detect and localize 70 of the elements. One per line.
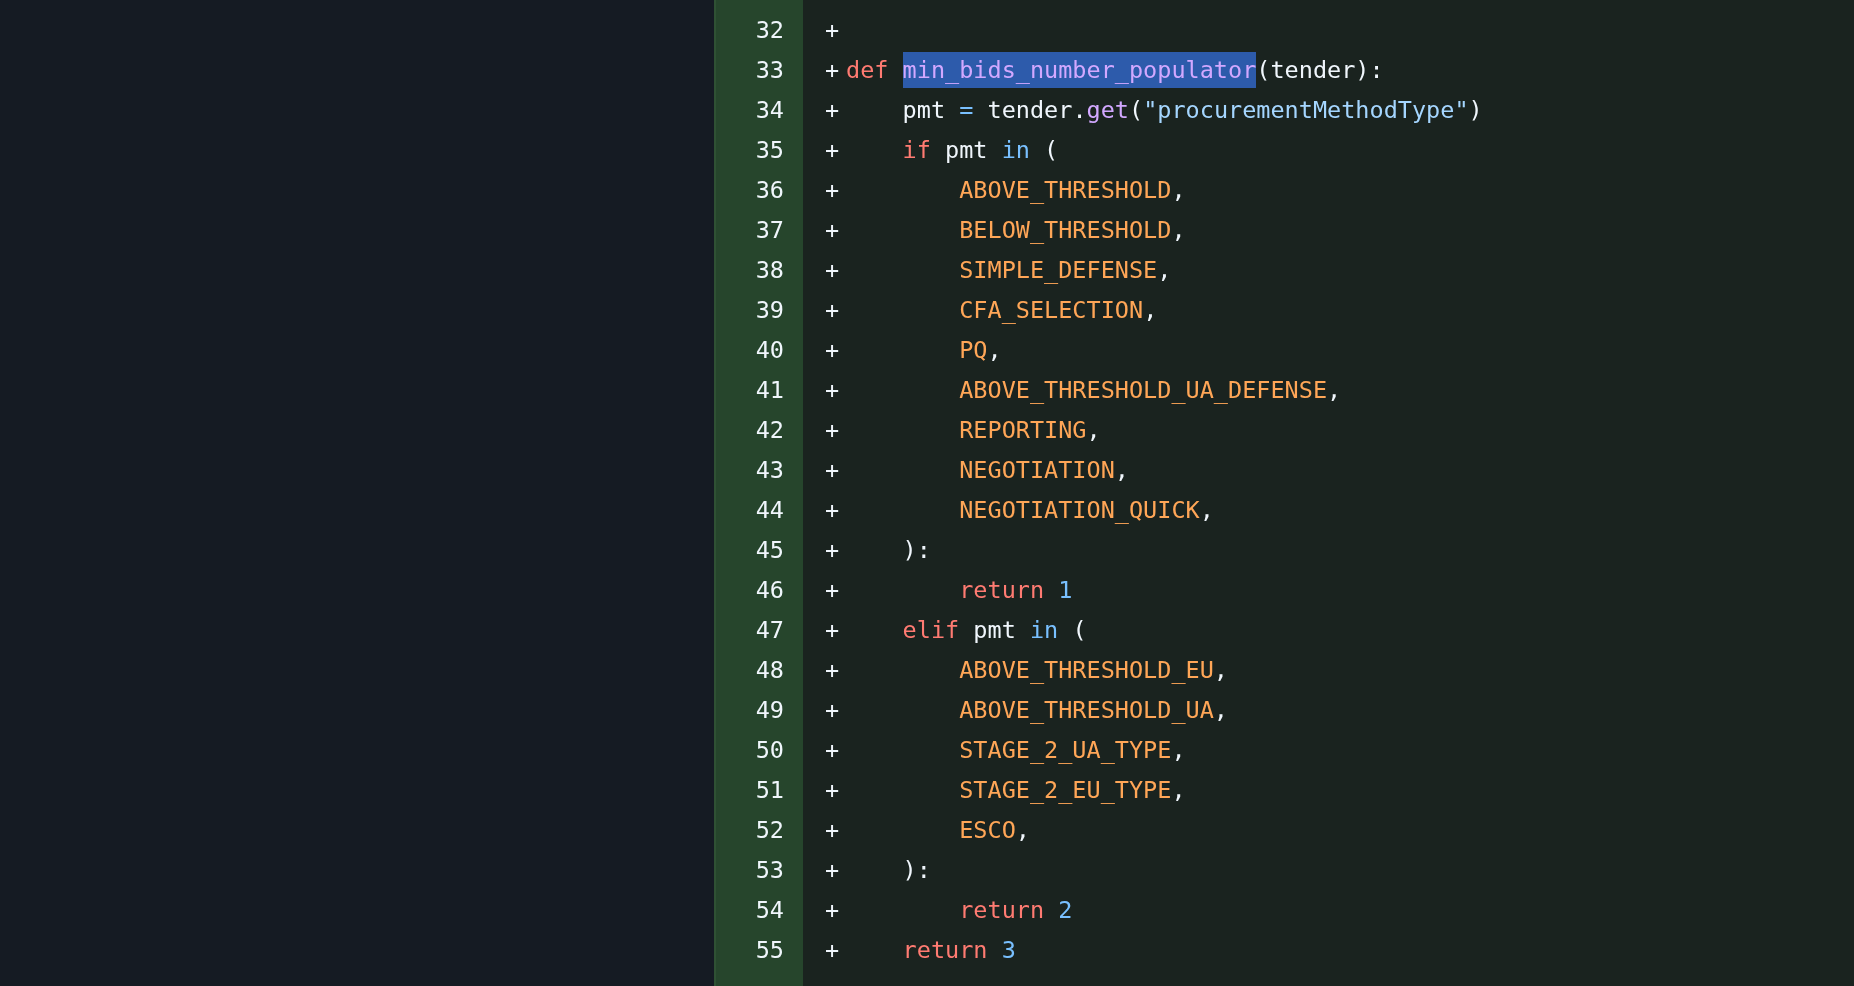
- code-line: ABOVE_THRESHOLD_UA_DEFENSE,: [958, 375, 1342, 406]
- line-number: 52: [754, 816, 784, 844]
- line-number: 40: [754, 336, 784, 364]
- line-number: 47: [754, 616, 784, 644]
- added-sign: +: [825, 656, 841, 684]
- code-line: ):: [901, 855, 931, 886]
- line-number: 48: [754, 656, 784, 684]
- code-line: ESCO,: [958, 815, 1030, 846]
- line-number: 53: [754, 856, 784, 884]
- added-sign: +: [825, 256, 841, 284]
- added-sign: +: [825, 896, 841, 924]
- line-number: 32: [754, 16, 784, 44]
- added-sign: +: [825, 536, 841, 564]
- added-sign: +: [825, 576, 841, 604]
- added-sign: +: [825, 176, 841, 204]
- line-number: 37: [754, 216, 784, 244]
- added-sign: +: [825, 16, 841, 44]
- line-number: 33: [754, 56, 784, 84]
- line-number: 46: [754, 576, 784, 604]
- added-sign: +: [825, 296, 841, 324]
- added-sign: +: [825, 696, 841, 724]
- line-number: 42: [754, 416, 784, 444]
- line-number: 49: [754, 696, 784, 724]
- code-line: elif pmt in (: [901, 615, 1087, 646]
- line-number: 45: [754, 536, 784, 564]
- code-line: if pmt in (: [901, 135, 1059, 166]
- added-sign: +: [825, 376, 841, 404]
- code-line: return 2: [958, 895, 1073, 926]
- code-line: SIMPLE_DEFENSE,: [958, 255, 1172, 286]
- added-sign: +: [825, 816, 841, 844]
- added-sign: +: [825, 56, 841, 84]
- code-line: PQ,: [958, 335, 1002, 366]
- added-sign: +: [825, 216, 841, 244]
- added-sign: +: [825, 856, 841, 884]
- added-sign: +: [825, 936, 841, 964]
- line-number: 55: [754, 936, 784, 964]
- added-sign: +: [825, 616, 841, 644]
- code-line: NEGOTIATION,: [958, 455, 1129, 486]
- code-line: ABOVE_THRESHOLD_EU,: [958, 655, 1228, 686]
- code-line: ABOVE_THRESHOLD,: [958, 175, 1186, 206]
- line-number: 36: [754, 176, 784, 204]
- line-number: 38: [754, 256, 784, 284]
- code-line: ABOVE_THRESHOLD_UA,: [958, 695, 1228, 726]
- code-line: pmt = tender.get("procurementMethodType"): [901, 95, 1483, 126]
- code-line: NEGOTIATION_QUICK,: [958, 495, 1214, 526]
- added-sign: +: [825, 496, 841, 524]
- line-number: 54: [754, 896, 784, 924]
- added-sign: +: [825, 136, 841, 164]
- code-line: STAGE_2_EU_TYPE,: [958, 775, 1186, 806]
- line-number: 41: [754, 376, 784, 404]
- added-sign: +: [825, 416, 841, 444]
- code-line: CFA_SELECTION,: [958, 295, 1158, 326]
- line-number: 39: [754, 296, 784, 324]
- line-number: 51: [754, 776, 784, 804]
- line-number: 44: [754, 496, 784, 524]
- code-line: return 1: [958, 575, 1073, 606]
- added-sign: +: [825, 96, 841, 124]
- added-sign: +: [825, 456, 841, 484]
- added-sign: +: [825, 736, 841, 764]
- code-line: ):: [901, 535, 931, 566]
- line-number: 50: [754, 736, 784, 764]
- code-line: STAGE_2_UA_TYPE,: [958, 735, 1186, 766]
- added-sign: +: [825, 776, 841, 804]
- code-line: REPORTING,: [958, 415, 1101, 446]
- added-sign: +: [825, 336, 841, 364]
- line-number: 34: [754, 96, 784, 124]
- line-number: 43: [754, 456, 784, 484]
- line-number: 35: [754, 136, 784, 164]
- code-line: BELOW_THRESHOLD,: [958, 215, 1186, 246]
- code-line: return 3: [901, 935, 1016, 966]
